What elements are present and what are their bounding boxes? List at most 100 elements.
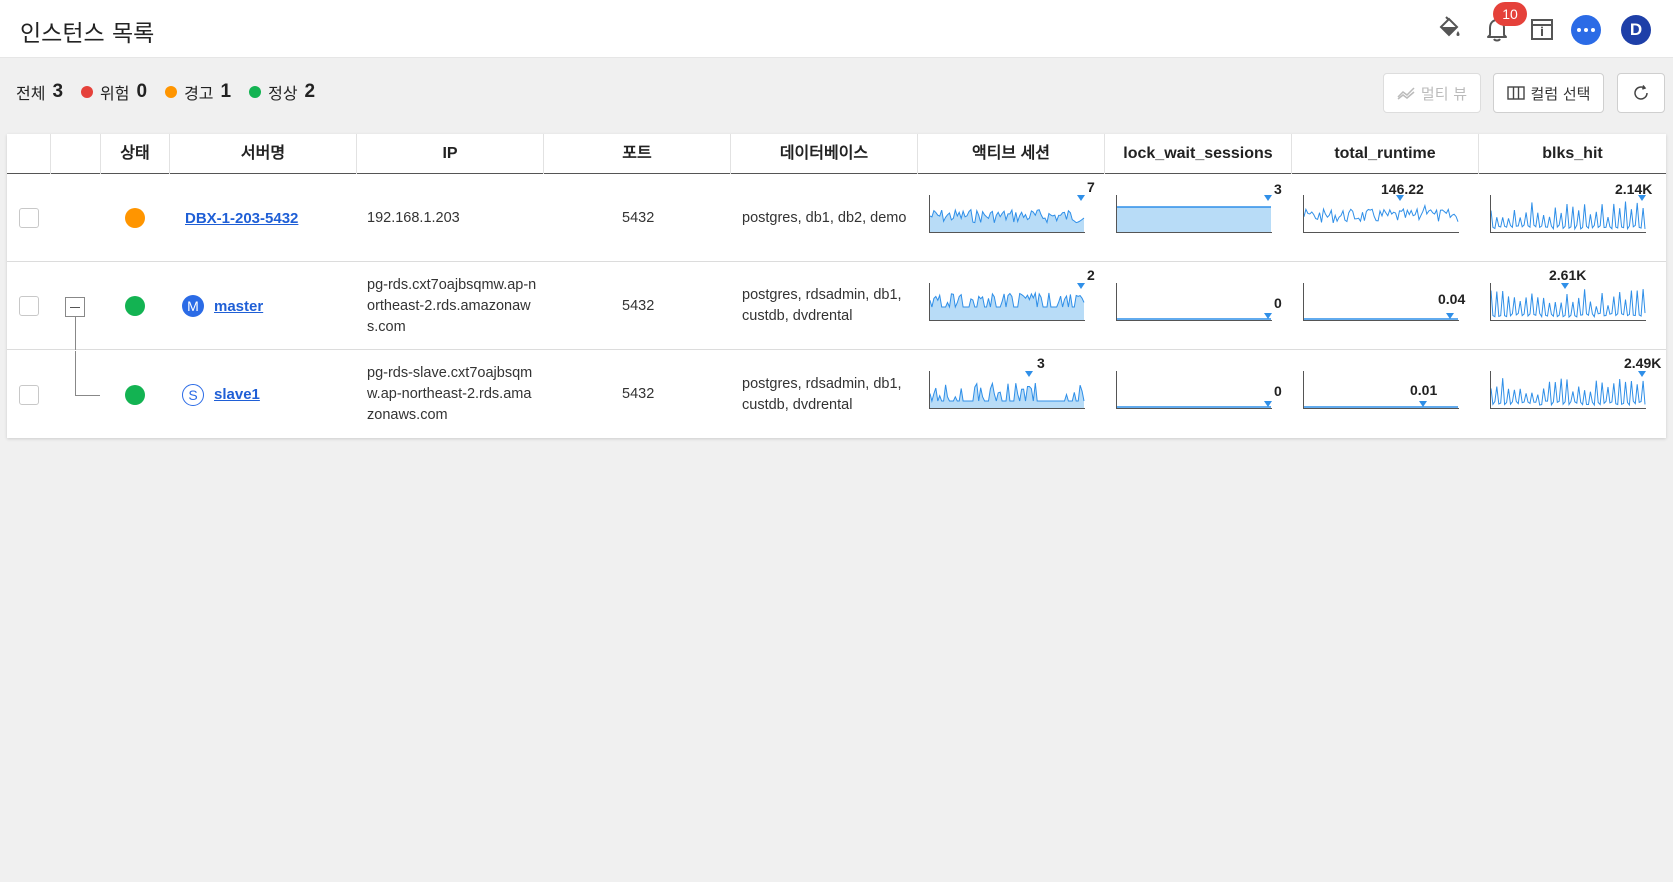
th-status[interactable]: 상태	[100, 134, 169, 174]
total-runtime-sparkline[interactable]	[1303, 371, 1469, 409]
server-link[interactable]: slave1	[214, 386, 260, 403]
multi-view-button[interactable]: 멀티 뷰	[1383, 73, 1481, 113]
sparkline-max-marker	[1025, 371, 1033, 377]
instance-table: 상태 서버명 IP 포트 데이터베이스 액티브 세션 lock_wait_ses…	[7, 134, 1666, 438]
normal-dot-icon	[249, 86, 262, 98]
th-blks-hit[interactable]: blks_hit	[1478, 134, 1666, 174]
row-checkbox[interactable]	[19, 208, 39, 228]
server-link[interactable]: master	[214, 298, 263, 315]
blks-hit-sparkline[interactable]	[1490, 283, 1656, 321]
blks-hit-sparkline[interactable]	[1490, 195, 1656, 233]
server-link[interactable]: DBX-1-203-5432	[185, 210, 298, 227]
multi-view-label: 멀티 뷰	[1420, 84, 1468, 103]
columns-icon	[1506, 86, 1525, 100]
status-normal-icon	[125, 384, 145, 405]
database-cell: postgres, rdsadmin, db1, custdb, dvdrent…	[742, 375, 902, 413]
active-sessions-sparkline[interactable]	[929, 195, 1095, 233]
total-runtime-sparkline[interactable]	[1303, 195, 1469, 233]
warning-dot-icon	[165, 86, 178, 98]
table-row[interactable]: DBX-1-203-5432 192.168.1.203 5432 postgr…	[7, 175, 1666, 262]
active-sessions-value: 2	[1087, 267, 1095, 283]
sparkline-line	[1490, 201, 1646, 231]
summary-danger[interactable]: 위험 0	[81, 80, 147, 104]
th-select	[7, 134, 50, 174]
summary-total[interactable]: 전체 3	[16, 80, 63, 104]
refresh-icon	[1634, 85, 1648, 100]
database-cell: postgres, rdsadmin, db1, custdb, dvdrent…	[742, 287, 902, 324]
port-cell: 5432	[622, 297, 655, 314]
column-select-button[interactable]: 컬럼 선택	[1493, 73, 1604, 113]
total-runtime-sparkline[interactable]	[1303, 283, 1469, 321]
multi-view-icon	[1397, 87, 1415, 100]
lock-wait-sparkline[interactable]	[1116, 195, 1282, 233]
port-cell: 5432	[622, 386, 655, 402]
collapse-tree-button[interactable]	[65, 297, 85, 317]
active-sessions-value: 3	[1037, 355, 1045, 371]
sparkline-max-marker	[1077, 283, 1085, 289]
active-sessions-sparkline[interactable]	[929, 283, 1095, 321]
sparkline-max-marker	[1264, 401, 1272, 407]
sparkline-area	[930, 209, 1084, 233]
sparkline-axis	[1303, 283, 1459, 321]
table-row[interactable]: S slave1 pg-rds-slave.cxt7oajbsqmw.ap-no…	[7, 351, 1666, 438]
chat-icon[interactable]	[1571, 15, 1601, 45]
summary-warning[interactable]: 경고 1	[165, 80, 231, 104]
blks-hit-value: 2.61K	[1549, 267, 1587, 283]
active-sessions-value: 7	[1087, 179, 1095, 195]
ip-cell: pg-rds.cxt7oajbsqmw.ap-northeast-2.rds.a…	[367, 276, 537, 335]
tree-line	[75, 351, 76, 395]
sparkline-max-marker	[1396, 195, 1404, 201]
database-cell: postgres, db1, db2, demo	[742, 209, 907, 226]
lock-wait-sparkline[interactable]	[1116, 283, 1282, 321]
th-ip[interactable]: IP	[356, 134, 543, 174]
table-header: 상태 서버명 IP 포트 데이터베이스 액티브 세션 lock_wait_ses…	[7, 134, 1666, 174]
ip-cell: 192.168.1.203	[367, 209, 460, 226]
blks-hit-value: 2.49K	[1624, 355, 1662, 371]
slave-role-icon: S	[182, 383, 204, 406]
th-server[interactable]: 서버명	[169, 134, 356, 174]
sparkline-line	[1303, 203, 1459, 224]
th-total-runtime[interactable]: total_runtime	[1291, 134, 1478, 174]
th-database[interactable]: 데이터베이스	[730, 134, 917, 174]
row-checkbox[interactable]	[19, 384, 39, 405]
summary-danger-label: 위험	[100, 84, 130, 103]
paint-bucket-icon[interactable]	[1432, 12, 1466, 46]
refresh-button[interactable]	[1617, 73, 1665, 113]
sparkline-max-marker	[1638, 195, 1646, 201]
th-active-sessions[interactable]: 액티브 세션	[917, 134, 1104, 174]
tree-line	[75, 395, 100, 396]
table-row[interactable]: M master pg-rds.cxt7oajbsqmw.ap-northeas…	[7, 263, 1666, 350]
sparkline-max-marker	[1264, 195, 1272, 201]
status-warning-icon	[125, 208, 145, 228]
summary-normal-label: 정상	[268, 84, 298, 103]
page-title: 인스턴스 목록	[20, 21, 155, 47]
sparkline-axis	[1116, 371, 1272, 409]
ip-cell: pg-rds-slave.cxt7oajbsqmw.ap-northeast-2…	[367, 365, 533, 423]
avatar[interactable]: D	[1621, 15, 1651, 45]
sparkline-line	[1490, 289, 1646, 319]
notification-count-badge: 10	[1493, 2, 1527, 26]
summary-normal-count: 2	[304, 81, 316, 102]
port-cell: 5432	[622, 209, 655, 226]
sparkline-max-marker	[1264, 313, 1272, 319]
lock-wait-sparkline[interactable]	[1116, 371, 1282, 409]
app-header: 인스턴스 목록 10 D	[0, 0, 1673, 58]
calendar-info-icon[interactable]	[1525, 12, 1559, 46]
row-checkbox[interactable]	[19, 296, 39, 316]
sparkline-line	[1490, 378, 1646, 407]
summary-warning-count: 1	[220, 81, 232, 102]
th-port[interactable]: 포트	[543, 134, 730, 174]
sparkline-axis	[1116, 283, 1272, 321]
summary-warning-label: 경고	[184, 84, 214, 103]
th-lock-wait-sessions[interactable]: lock_wait_sessions	[1104, 134, 1291, 174]
active-sessions-sparkline[interactable]	[929, 371, 1095, 409]
sparkline-axis	[1303, 371, 1459, 409]
summary-danger-count: 0	[136, 81, 148, 102]
summary-normal[interactable]: 정상 2	[249, 80, 315, 104]
blks-hit-sparkline[interactable]	[1490, 371, 1656, 409]
sparkline-max-marker	[1419, 401, 1427, 407]
summary-total-count: 3	[52, 81, 64, 102]
sparkline-max-marker	[1561, 283, 1569, 289]
sparkline-max-marker	[1638, 371, 1646, 377]
status-normal-icon	[125, 296, 145, 316]
